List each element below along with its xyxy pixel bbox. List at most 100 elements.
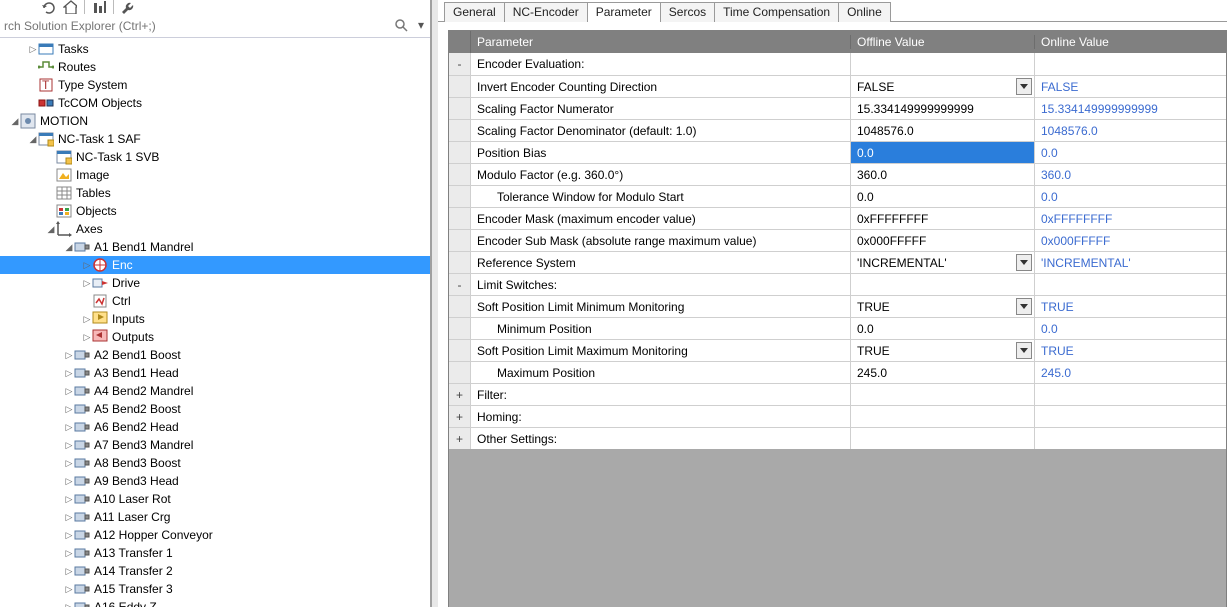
tree-item-a11-laser-crg[interactable]: ▷A11 Laser Crg [0, 508, 430, 526]
param-row[interactable]: Soft Position Limit Minimum MonitoringTR… [449, 295, 1226, 317]
param-row[interactable]: Soft Position Limit Maximum MonitoringTR… [449, 339, 1226, 361]
tree-item-a16-eddy-z[interactable]: ▷A16 Eddy Z [0, 598, 430, 607]
tree-expander[interactable]: ▷ [64, 368, 74, 379]
offline-value-cell[interactable]: 0x000FFFFF [851, 230, 1035, 251]
dropdown-icon[interactable] [1016, 254, 1032, 271]
tree-item-a14-transfer-2[interactable]: ▷A14 Transfer 2 [0, 562, 430, 580]
tree-item-a3-bend1-head[interactable]: ▷A3 Bend1 Head [0, 364, 430, 382]
offline-value-cell[interactable]: 360.0 [851, 164, 1035, 185]
tab-nc-encoder[interactable]: NC-Encoder [504, 2, 588, 22]
dropdown-icon[interactable] [1016, 298, 1032, 315]
row-expander[interactable]: + [449, 384, 471, 405]
param-row[interactable]: Scaling Factor Denominator (default: 1.0… [449, 119, 1226, 141]
offline-value-cell[interactable]: 1048576.0 [851, 120, 1035, 141]
tree-expander[interactable]: ▷ [64, 476, 74, 487]
refresh-icon[interactable] [40, 0, 56, 14]
tree-expander[interactable]: ▷ [64, 548, 74, 559]
tree-expander[interactable]: ▷ [82, 314, 92, 325]
header-online-value[interactable]: Online Value [1035, 35, 1226, 49]
tree-item-nc-task-1-svb[interactable]: ▷NC-Task 1 SVB [0, 148, 430, 166]
header-offline-value[interactable]: Offline Value [851, 35, 1035, 49]
dropdown-icon[interactable] [1016, 78, 1032, 95]
param-row[interactable]: Scaling Factor Numerator15.3341499999999… [449, 97, 1226, 119]
tree-expander[interactable]: ◢ [64, 242, 74, 253]
tree-item-drive[interactable]: ▷Drive [0, 274, 430, 292]
tree-item-a8-bend3-boost[interactable]: ▷A8 Bend3 Boost [0, 454, 430, 472]
tab-sercos[interactable]: Sercos [660, 2, 715, 22]
offline-value-cell[interactable]: 0.0 [851, 318, 1035, 339]
tree-item-a10-laser-rot[interactable]: ▷A10 Laser Rot [0, 490, 430, 508]
tree-item-a4-bend2-mandrel[interactable]: ▷A4 Bend2 Mandrel [0, 382, 430, 400]
row-expander[interactable]: + [449, 428, 471, 449]
tab-general[interactable]: General [444, 2, 505, 22]
param-row[interactable]: Position Bias0.00.0 [449, 141, 1226, 163]
tree-expander[interactable]: ▷ [64, 530, 74, 541]
param-row[interactable]: Modulo Factor (e.g. 360.0°)360.0360.0 [449, 163, 1226, 185]
tree-expander[interactable]: ▷ [82, 260, 92, 271]
solution-tree[interactable]: ▷Tasks▷Routes▷Type System▷TcCOM Objects◢… [0, 38, 430, 607]
row-expander[interactable]: + [449, 406, 471, 427]
offline-value-cell[interactable] [851, 428, 1035, 449]
tree-item-a5-bend2-boost[interactable]: ▷A5 Bend2 Boost [0, 400, 430, 418]
tree-expander[interactable]: ▷ [64, 440, 74, 451]
offline-value-cell[interactable]: 0xFFFFFFFF [851, 208, 1035, 229]
tree-expander[interactable]: ▷ [64, 584, 74, 595]
tree-expander[interactable]: ▷ [64, 566, 74, 577]
tree-item-outputs[interactable]: ▷Outputs [0, 328, 430, 346]
tree-expander[interactable]: ▷ [64, 494, 74, 505]
tree-item-a9-bend3-head[interactable]: ▷A9 Bend3 Head [0, 472, 430, 490]
search-icon[interactable] [394, 18, 408, 32]
offline-value-cell[interactable] [851, 384, 1035, 405]
param-row[interactable]: Encoder Mask (maximum encoder value)0xFF… [449, 207, 1226, 229]
tree-expander[interactable]: ▷ [64, 404, 74, 415]
param-row[interactable]: -Encoder Evaluation: [449, 53, 1226, 75]
tree-item-nc-task-1-saf[interactable]: ◢NC-Task 1 SAF [0, 130, 430, 148]
wrench-icon[interactable] [120, 0, 136, 14]
tab-parameter[interactable]: Parameter [587, 2, 661, 22]
tree-item-a1-bend1-mandrel[interactable]: ◢A1 Bend1 Mandrel [0, 238, 430, 256]
offline-value-cell[interactable]: 15.334149999999999 [851, 98, 1035, 119]
tab-time-compensation[interactable]: Time Compensation [714, 2, 839, 22]
tree-expander[interactable]: ◢ [46, 224, 56, 235]
tree-expander[interactable]: ▷ [64, 350, 74, 361]
param-row[interactable]: +Homing: [449, 405, 1226, 427]
tree-expander[interactable]: ▷ [64, 422, 74, 433]
tree-expander[interactable]: ◢ [10, 116, 20, 127]
tree-item-a7-bend3-mandrel[interactable]: ▷A7 Bend3 Mandrel [0, 436, 430, 454]
tree-expander[interactable]: ◢ [28, 134, 38, 145]
param-row[interactable]: Minimum Position0.00.0 [449, 317, 1226, 339]
param-row[interactable]: +Other Settings: [449, 427, 1226, 449]
tree-item-motion[interactable]: ◢MOTION [0, 112, 430, 130]
param-row[interactable]: -Limit Switches: [449, 273, 1226, 295]
tree-item-type-system[interactable]: ▷Type System [0, 76, 430, 94]
offline-value-cell[interactable]: 0.0 [851, 186, 1035, 207]
tree-item-objects[interactable]: ▷Objects [0, 202, 430, 220]
param-row[interactable]: Invert Encoder Counting DirectionFALSEFA… [449, 75, 1226, 97]
tree-item-image[interactable]: ▷Image [0, 166, 430, 184]
tree-expander[interactable]: ▷ [82, 332, 92, 343]
tab-online[interactable]: Online [838, 2, 891, 22]
tree-expander[interactable]: ▷ [64, 458, 74, 469]
tree-item-ctrl[interactable]: ▷Ctrl [0, 292, 430, 310]
tree-expander[interactable]: ▷ [64, 512, 74, 523]
search-dropdown-icon[interactable]: ▾ [418, 18, 424, 32]
offline-value-cell[interactable]: TRUE [851, 296, 1035, 317]
row-expander[interactable]: - [449, 274, 471, 295]
offline-value-cell[interactable]: FALSE [851, 76, 1035, 97]
param-row[interactable]: Reference System'INCREMENTAL''INCREMENTA… [449, 251, 1226, 273]
tree-item-a6-bend2-head[interactable]: ▷A6 Bend2 Head [0, 418, 430, 436]
tree-item-tasks[interactable]: ▷Tasks [0, 40, 430, 58]
param-row[interactable]: +Filter: [449, 383, 1226, 405]
tree-item-routes[interactable]: ▷Routes [0, 58, 430, 76]
row-expander[interactable]: - [449, 53, 471, 75]
header-parameter[interactable]: Parameter [471, 35, 851, 49]
tree-expander[interactable]: ▷ [28, 44, 38, 55]
offline-value-cell[interactable] [851, 53, 1035, 75]
offline-value-cell[interactable]: 'INCREMENTAL' [851, 252, 1035, 273]
levels-icon[interactable] [91, 0, 107, 14]
offline-value-cell[interactable] [851, 274, 1035, 295]
tree-expander[interactable]: ▷ [82, 278, 92, 289]
tree-item-inputs[interactable]: ▷Inputs [0, 310, 430, 328]
tree-item-axes[interactable]: ◢Axes [0, 220, 430, 238]
tree-item-enc[interactable]: ▷Enc [0, 256, 430, 274]
